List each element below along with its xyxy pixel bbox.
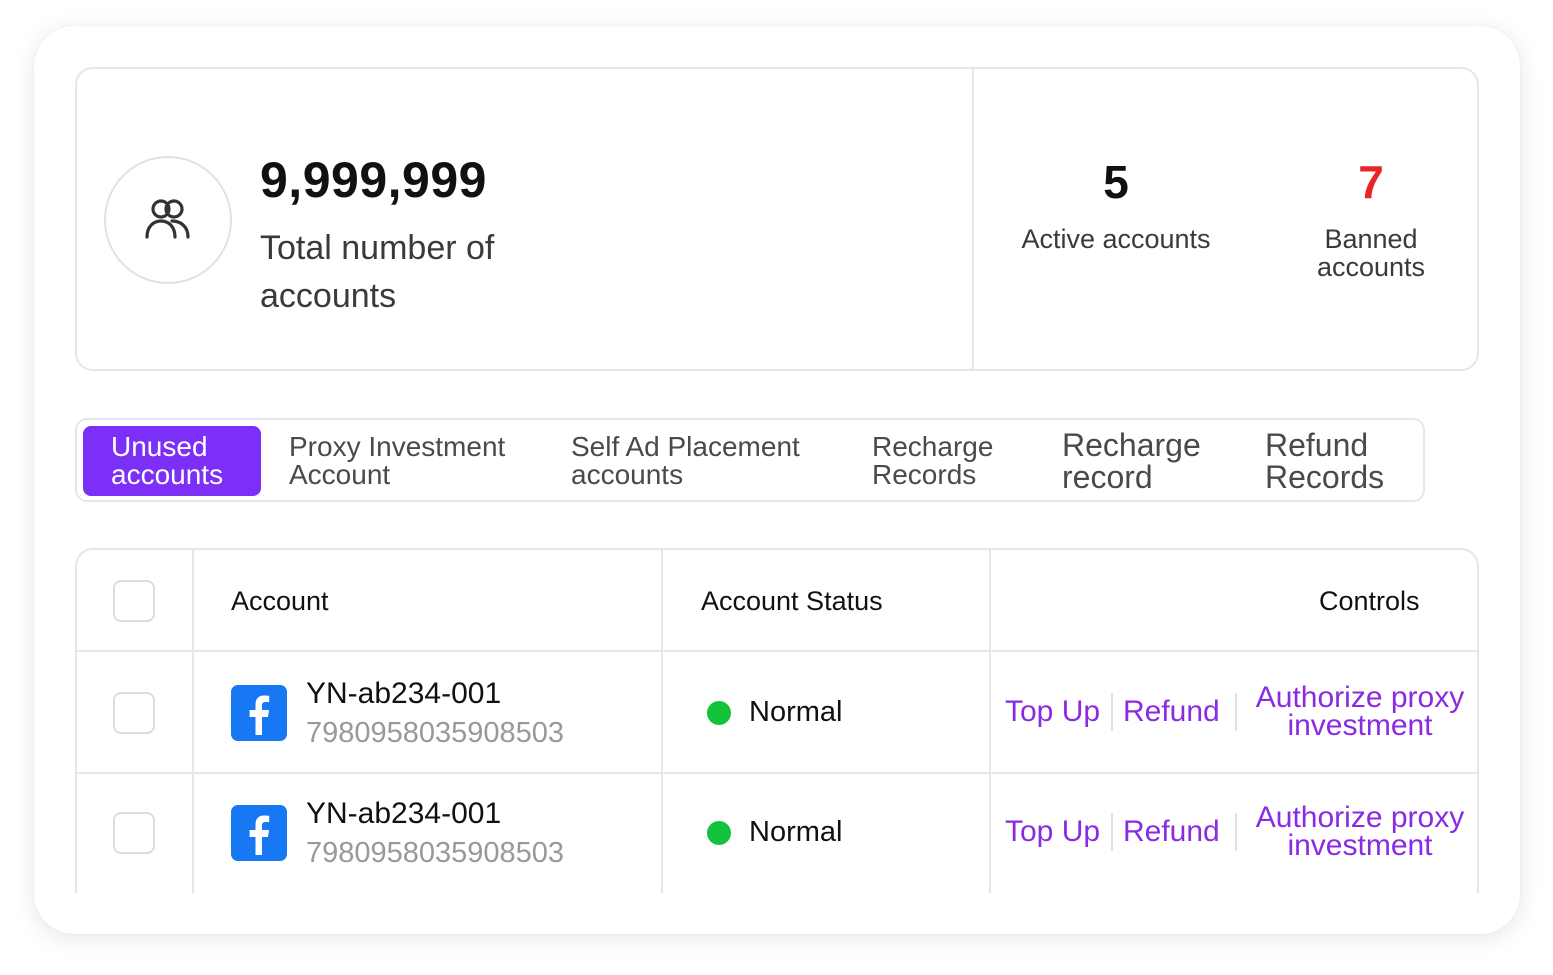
header-controls: Controls	[1319, 586, 1420, 616]
row-divider	[77, 772, 1477, 774]
banned-accounts-label: Banned accounts	[1316, 224, 1426, 282]
authorize-proxy-investment-link[interactable]: Authorize proxy investment	[1247, 803, 1473, 861]
account-status: Normal	[749, 816, 843, 848]
status-dot	[707, 701, 731, 725]
select-all-checkbox[interactable]	[113, 580, 155, 622]
summary-divider	[972, 69, 974, 369]
active-accounts-stat: 5 Active accounts	[1016, 157, 1216, 253]
accounts-table: Account Account Status Controls YN-ab234…	[75, 548, 1479, 893]
column-divider	[661, 550, 663, 893]
top-up-link[interactable]: Top Up	[1005, 697, 1100, 727]
column-divider	[989, 550, 991, 893]
active-accounts-value: 5	[1103, 156, 1129, 208]
users-icon	[104, 156, 232, 284]
summary-panel: 9,999,999 Total number of accounts 5 Act…	[75, 67, 1479, 371]
facebook-icon	[231, 685, 287, 741]
account-name: YN-ab234-001	[306, 677, 502, 710]
tab-label: Self Ad Placement accounts	[571, 431, 800, 490]
tab-self-ad-placement-accounts[interactable]: Self Ad Placement accounts	[571, 426, 841, 496]
tab-recharge-records[interactable]: Recharge Records	[872, 426, 1022, 496]
account-status: Normal	[749, 696, 843, 728]
control-separator	[1111, 813, 1113, 851]
facebook-icon	[231, 805, 287, 861]
top-up-link[interactable]: Top Up	[1005, 817, 1100, 847]
authorize-proxy-investment-link[interactable]: Authorize proxy investment	[1247, 683, 1473, 741]
banned-accounts-value: 7	[1358, 156, 1384, 208]
column-divider	[192, 550, 194, 893]
control-separator	[1111, 693, 1113, 731]
tab-label: Unused accounts	[111, 431, 224, 490]
total-accounts-label: Total number of accounts	[260, 229, 495, 315]
tab-label: Proxy Investment Account	[289, 431, 506, 490]
tab-label: Recharge Records	[872, 431, 994, 490]
refund-link[interactable]: Refund	[1123, 817, 1220, 847]
account-id: 7980958035908503	[306, 837, 565, 869]
account-tabs: Unused accounts Proxy Investment Account…	[75, 418, 1425, 502]
banned-accounts-stat: 7 Banned accounts	[1271, 157, 1471, 281]
total-accounts-value: 9,999,999	[260, 152, 487, 208]
active-accounts-label: Active accounts	[1021, 224, 1211, 254]
account-name: YN-ab234-001	[306, 797, 502, 830]
header-account-status: Account Status	[701, 586, 883, 616]
tab-refund-records[interactable]: Refund Records	[1265, 426, 1415, 496]
status-dot	[707, 821, 731, 845]
row-checkbox[interactable]	[113, 692, 155, 734]
header-account: Account	[231, 586, 329, 616]
tab-proxy-investment-account[interactable]: Proxy Investment Account	[289, 426, 549, 496]
control-separator	[1235, 693, 1237, 731]
tab-label: Refund Records	[1265, 427, 1385, 495]
row-divider	[77, 650, 1477, 652]
account-id: 7980958035908503	[306, 717, 565, 749]
tab-unused-accounts[interactable]: Unused accounts	[83, 426, 261, 496]
control-separator	[1235, 813, 1237, 851]
tab-recharge-record[interactable]: Recharge record	[1062, 426, 1232, 496]
tab-label: Recharge record	[1062, 427, 1201, 495]
row-checkbox[interactable]	[113, 812, 155, 854]
refund-link[interactable]: Refund	[1123, 697, 1220, 727]
